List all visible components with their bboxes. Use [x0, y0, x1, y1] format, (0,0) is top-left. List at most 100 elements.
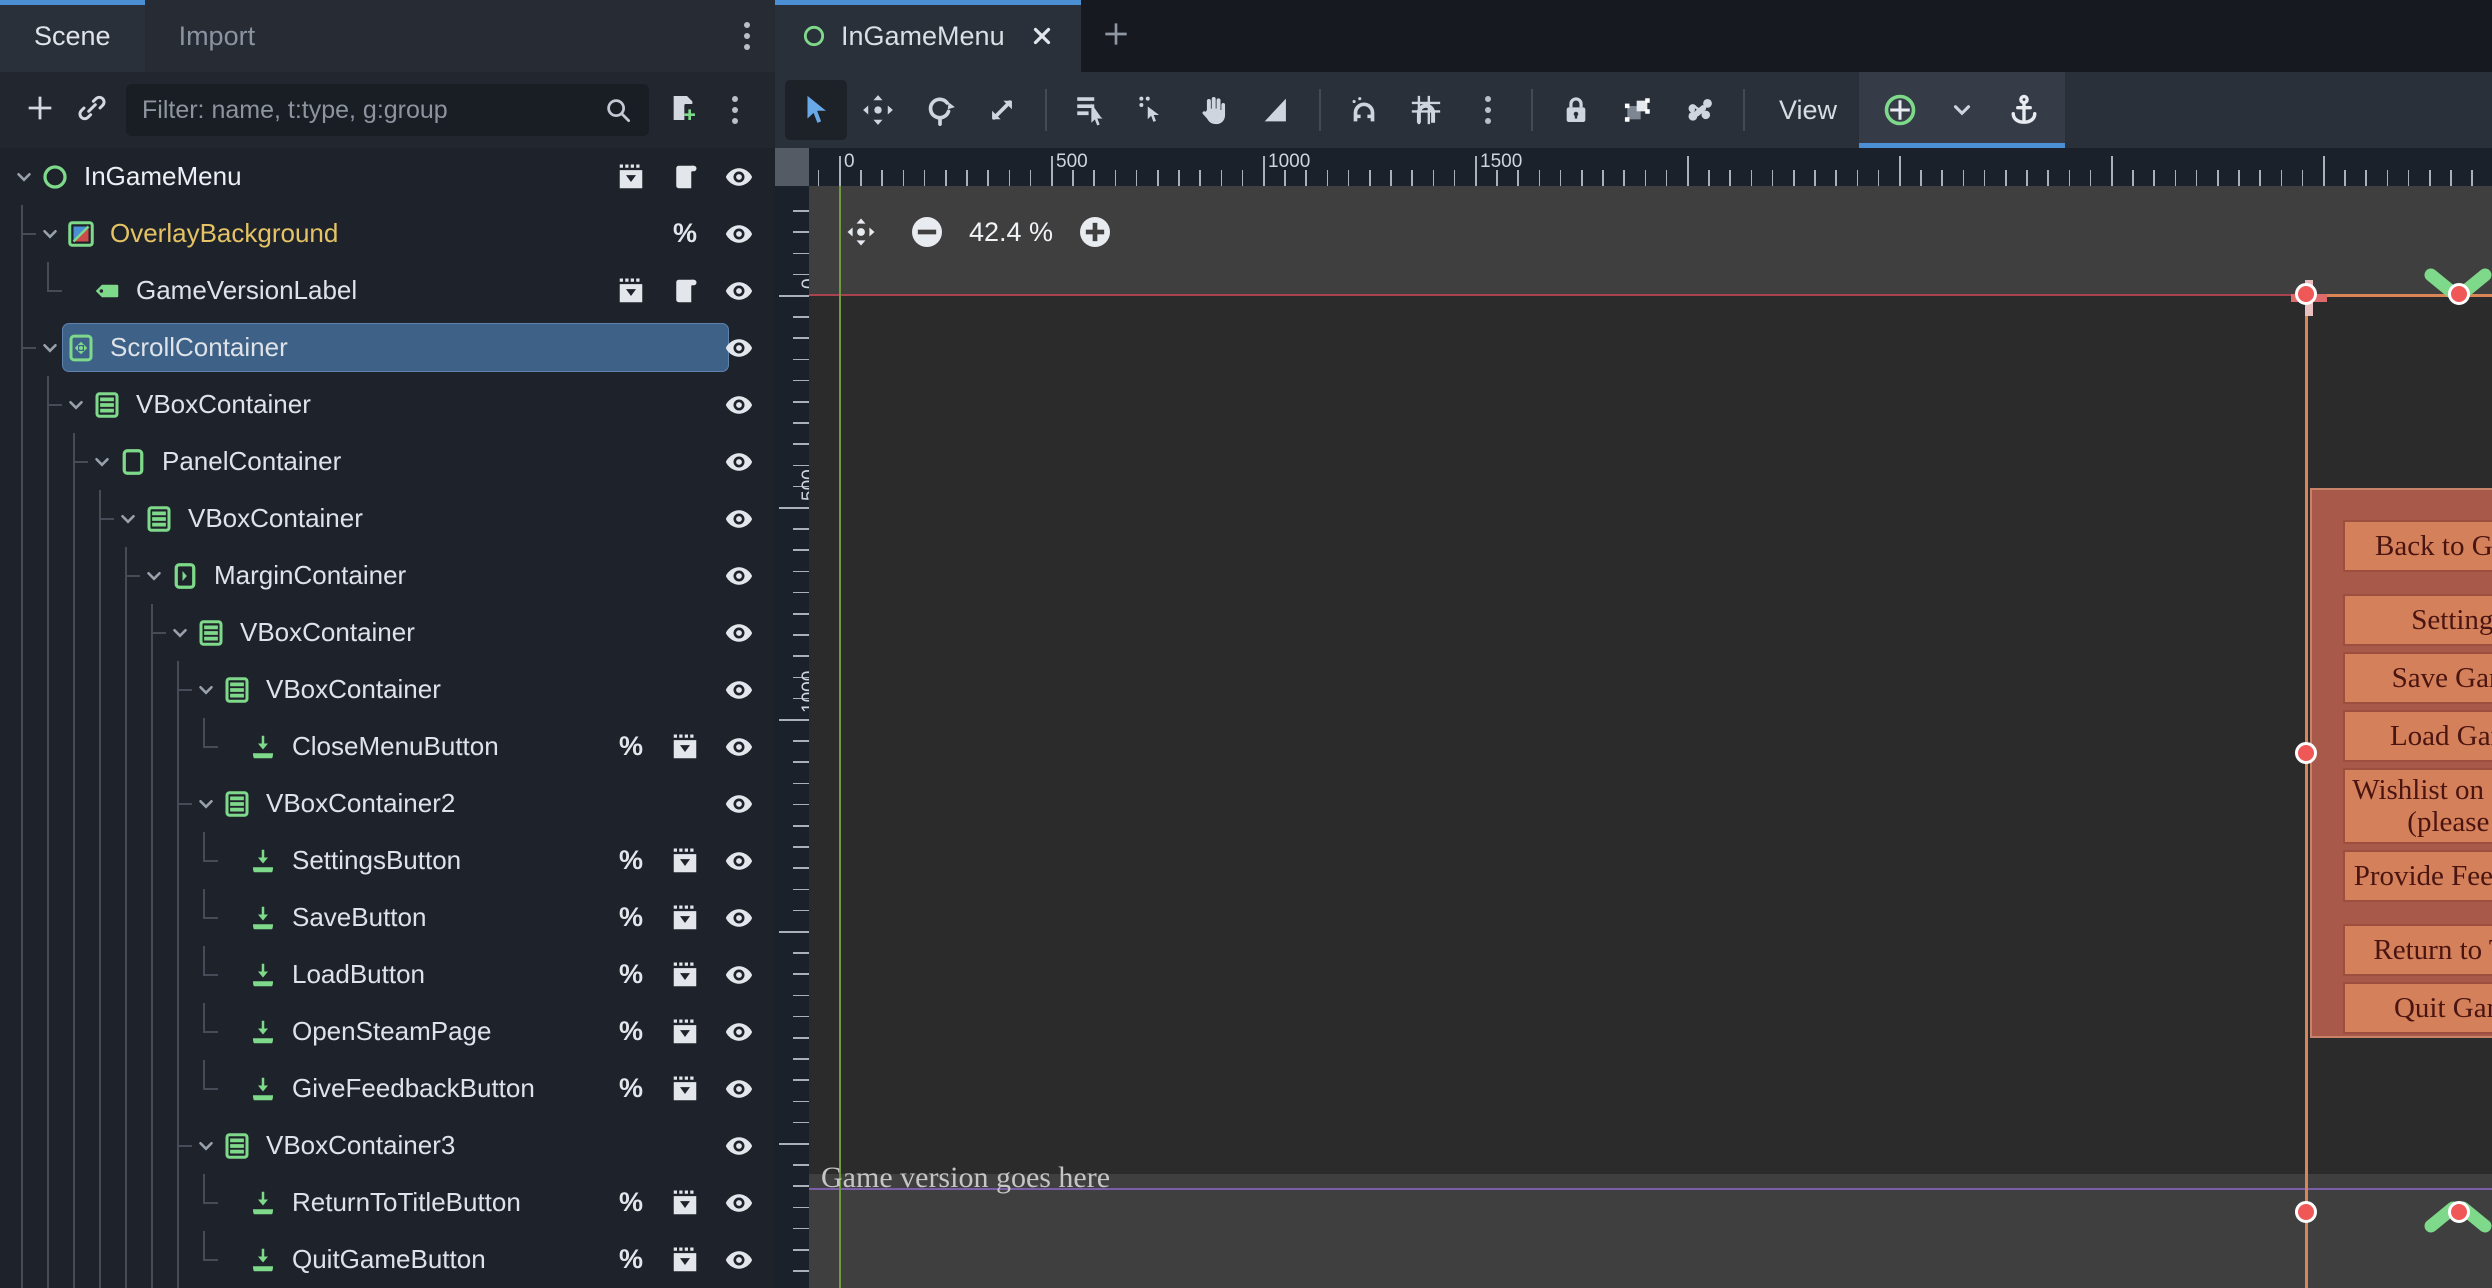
scene-filter-box[interactable]	[126, 84, 649, 136]
instance-child-scene-button[interactable]	[66, 84, 118, 136]
chevron-down-icon[interactable]	[114, 490, 142, 547]
zoom-in-icon[interactable]	[1071, 208, 1119, 256]
animation-icon[interactable]	[669, 1073, 701, 1105]
visibility-eye-icon[interactable]	[723, 218, 755, 250]
visibility-eye-icon[interactable]	[723, 161, 755, 193]
menu-button[interactable]: Load Game	[2343, 710, 2492, 762]
create-new-scene-button[interactable]	[657, 84, 709, 136]
chevron-down-icon[interactable]	[88, 433, 116, 490]
visibility-eye-icon[interactable]	[723, 1073, 755, 1105]
visibility-eye-icon[interactable]	[723, 560, 755, 592]
tree-row[interactable]: OpenSteamPage%	[0, 1003, 775, 1060]
pan-tool[interactable]	[1183, 80, 1245, 140]
unique-name-icon[interactable]: %	[615, 1073, 647, 1105]
unique-name-icon[interactable]: %	[615, 845, 647, 877]
menu-button[interactable]: Back to Game	[2343, 520, 2492, 572]
menu-button[interactable]: Provide Feedback	[2343, 850, 2492, 902]
pivot-dropdown-button[interactable]	[1931, 80, 1993, 140]
ruler-tool[interactable]	[1245, 80, 1307, 140]
tree-row[interactable]: VBoxContainer	[0, 490, 775, 547]
chevron-down-icon[interactable]	[192, 1117, 220, 1174]
tree-row[interactable]: PanelContainer	[0, 433, 775, 490]
tree-row[interactable]: GiveFeedbackButton%	[0, 1060, 775, 1117]
menu-button[interactable]: Return to Title	[2343, 924, 2492, 976]
tree-row[interactable]: LoadButton%	[0, 946, 775, 1003]
tab-scene[interactable]: Scene	[0, 0, 145, 72]
tree-row[interactable]: InGameMenu	[0, 148, 775, 205]
tree-row[interactable]: QuitGameButton%	[0, 1231, 775, 1288]
tree-row[interactable]: ReturnToTitleButton%	[0, 1174, 775, 1231]
menu-button[interactable]: Settings	[2343, 594, 2492, 646]
menu-button[interactable]: Save Game	[2343, 652, 2492, 704]
animation-icon[interactable]	[669, 845, 701, 877]
add-node-button[interactable]	[14, 84, 66, 136]
resize-handle-middle-left[interactable]	[2295, 742, 2317, 764]
resize-handle-top-center[interactable]	[2448, 283, 2470, 305]
unique-name-icon[interactable]: %	[615, 959, 647, 991]
view-menu-button[interactable]: View	[1757, 80, 1859, 140]
zoom-out-icon[interactable]	[903, 208, 951, 256]
visibility-eye-icon[interactable]	[723, 1244, 755, 1276]
tree-row[interactable]: VBoxContainer	[0, 604, 775, 661]
visibility-eye-icon[interactable]	[723, 446, 755, 478]
tree-row[interactable]: MarginContainer	[0, 547, 775, 604]
resize-handle-top-left[interactable]	[2295, 283, 2317, 305]
animation-icon[interactable]	[669, 1187, 701, 1219]
visibility-eye-icon[interactable]	[723, 332, 755, 364]
lock-button[interactable]	[1545, 80, 1607, 140]
menu-button[interactable]: Quit Game	[2343, 982, 2492, 1034]
close-icon[interactable]	[1029, 23, 1055, 49]
visibility-eye-icon[interactable]	[723, 959, 755, 991]
scene-tree-menu-button[interactable]	[709, 84, 761, 136]
unique-name-icon[interactable]: %	[615, 1244, 647, 1276]
chevron-down-icon[interactable]	[192, 775, 220, 832]
smart-snap-toggle[interactable]	[1333, 80, 1395, 140]
visibility-eye-icon[interactable]	[723, 902, 755, 934]
snap-options-menu[interactable]	[1457, 80, 1519, 140]
tree-row[interactable]: OverlayBackground%	[0, 205, 775, 262]
tree-row[interactable]: CloseMenuButton%	[0, 718, 775, 775]
list-select-tool[interactable]	[1059, 80, 1121, 140]
chevron-down-icon[interactable]	[36, 205, 64, 262]
visibility-eye-icon[interactable]	[723, 503, 755, 535]
visibility-eye-icon[interactable]	[723, 674, 755, 706]
visibility-eye-icon[interactable]	[723, 1130, 755, 1162]
script-icon[interactable]	[669, 161, 701, 193]
chevron-down-icon[interactable]	[36, 319, 64, 376]
add-scene-tab-button[interactable]	[1081, 0, 1151, 72]
anchor-preset-button[interactable]	[1993, 80, 2055, 140]
animation-icon[interactable]	[669, 1016, 701, 1048]
skeleton-button[interactable]	[1669, 80, 1731, 140]
tree-row[interactable]: VBoxContainer2	[0, 775, 775, 832]
visibility-eye-icon[interactable]	[723, 275, 755, 307]
chevron-down-icon[interactable]	[166, 604, 194, 661]
animation-icon[interactable]	[669, 1244, 701, 1276]
animation-icon[interactable]	[615, 161, 647, 193]
move-tool[interactable]	[847, 80, 909, 140]
unique-name-icon[interactable]: %	[615, 1016, 647, 1048]
tree-row[interactable]: ScrollContainer	[0, 319, 775, 376]
animation-icon[interactable]	[669, 902, 701, 934]
tree-row[interactable]: VBoxContainer3	[0, 1117, 775, 1174]
visibility-eye-icon[interactable]	[723, 731, 755, 763]
chevron-down-icon[interactable]	[10, 148, 38, 205]
2d-canvas-viewport[interactable]: Back to Game Settings Save Game Load Game Wi…	[809, 186, 2492, 1288]
grid-snap-toggle[interactable]	[1395, 80, 1457, 140]
group-button[interactable]	[1607, 80, 1669, 140]
center-view-icon[interactable]	[837, 208, 885, 256]
search-input[interactable]	[142, 95, 603, 125]
visibility-eye-icon[interactable]	[723, 1016, 755, 1048]
visibility-eye-icon[interactable]	[723, 788, 755, 820]
animation-icon[interactable]	[615, 275, 647, 307]
tree-row[interactable]: SaveButton%	[0, 889, 775, 946]
visibility-eye-icon[interactable]	[723, 1187, 755, 1219]
tree-row[interactable]: GameVersionLabel	[0, 262, 775, 319]
unique-name-icon[interactable]: %	[615, 1187, 647, 1219]
menu-button[interactable]: Wishlist on Steam(please!)	[2343, 768, 2492, 844]
chevron-down-icon[interactable]	[140, 547, 168, 604]
tree-row[interactable]: SettingsButton%	[0, 832, 775, 889]
scene-tree[interactable]: InGameMenu OverlayBackground% GameVersionL…	[0, 148, 775, 1288]
dock-overflow-menu-button[interactable]	[719, 0, 775, 72]
resize-handle-bottom-center[interactable]	[2448, 1201, 2470, 1223]
chevron-down-icon[interactable]	[192, 661, 220, 718]
